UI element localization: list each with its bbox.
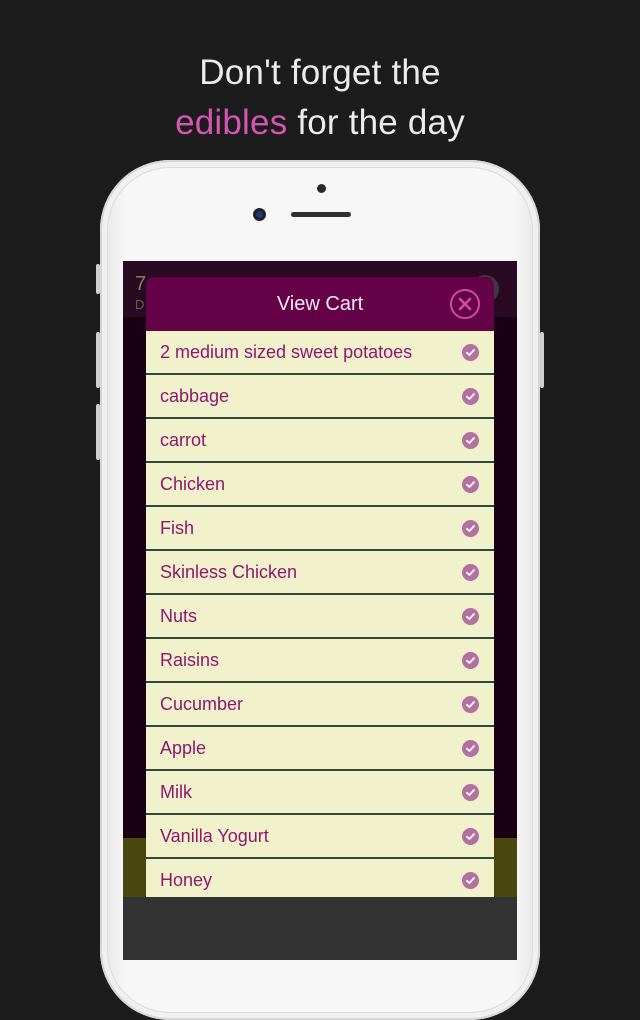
modal-header: View Cart: [146, 277, 494, 331]
close-icon: [458, 297, 472, 311]
front-camera-icon: [253, 208, 266, 221]
headline-line-1: Don't forget the: [199, 53, 441, 92]
cart-item-label: 2 medium sized sweet potatoes: [160, 341, 413, 362]
phone-screen: 7 D View Cart 2 medium sized sweet potat…: [123, 261, 517, 960]
promo-headline: Don't forget the edibles for the day: [0, 48, 640, 148]
background-bottom-bar: [123, 897, 517, 960]
cart-item-label: Vanilla Yogurt: [160, 825, 269, 846]
checkmark-icon[interactable]: [462, 871, 479, 889]
cart-item[interactable]: cabbage: [146, 375, 494, 419]
volume-up-button: [96, 332, 100, 388]
checkmark-icon[interactable]: [462, 387, 479, 405]
cart-item-label: Milk: [160, 781, 192, 802]
checkmark-icon[interactable]: [462, 343, 479, 361]
power-button: [540, 332, 544, 388]
cart-item-label: Honey: [160, 869, 213, 890]
cart-item-label: carrot: [160, 429, 207, 450]
checkmark-icon[interactable]: [462, 739, 479, 757]
checkmark-icon[interactable]: [462, 827, 479, 845]
checkmark-icon[interactable]: [462, 431, 479, 449]
cart-item[interactable]: Honey: [146, 859, 494, 897]
checkmark-icon[interactable]: [462, 695, 479, 713]
mute-switch: [96, 264, 100, 294]
volume-down-button: [96, 404, 100, 460]
background-letter: D: [135, 297, 145, 312]
checkmark-icon[interactable]: [462, 783, 479, 801]
headline-line-2: edibles for the day: [0, 98, 640, 148]
cart-item[interactable]: Nuts: [146, 595, 494, 639]
proximity-sensor: [317, 184, 326, 193]
cart-item[interactable]: Vanilla Yogurt: [146, 815, 494, 859]
cart-item-label: Skinless Chicken: [160, 561, 298, 582]
cart-item[interactable]: Raisins: [146, 639, 494, 683]
cart-item-label: Chicken: [160, 473, 226, 494]
cart-item-label: Cucumber: [160, 693, 244, 714]
cart-list: 2 medium sized sweet potatoes cabbage ca…: [146, 331, 494, 897]
checkmark-icon[interactable]: [462, 607, 479, 625]
headline-line-2-rest: for the day: [287, 103, 465, 142]
cart-item[interactable]: Fish: [146, 507, 494, 551]
cart-item[interactable]: Apple: [146, 727, 494, 771]
cart-item-label: cabbage: [160, 385, 230, 406]
view-cart-modal: View Cart 2 medium sized sweet potatoes …: [146, 277, 494, 897]
cart-item-label: Fish: [160, 517, 195, 538]
headline-accent-word: edibles: [175, 103, 288, 142]
cart-item[interactable]: Chicken: [146, 463, 494, 507]
cart-item-label: Raisins: [160, 649, 220, 670]
checkmark-icon[interactable]: [462, 519, 479, 537]
cart-item-label: Apple: [160, 737, 207, 758]
checkmark-icon[interactable]: [462, 651, 479, 669]
modal-title: View Cart: [276, 292, 364, 315]
cart-item[interactable]: Cucumber: [146, 683, 494, 727]
earpiece-speaker: [291, 212, 351, 217]
cart-item[interactable]: Skinless Chicken: [146, 551, 494, 595]
checkmark-icon[interactable]: [462, 563, 479, 581]
cart-item-label: Nuts: [160, 605, 198, 626]
checkmark-icon[interactable]: [462, 475, 479, 493]
close-button[interactable]: [450, 289, 480, 319]
cart-item[interactable]: Milk: [146, 771, 494, 815]
background-number: 7: [135, 273, 147, 295]
cart-item[interactable]: 2 medium sized sweet potatoes: [146, 331, 494, 375]
cart-item[interactable]: carrot: [146, 419, 494, 463]
